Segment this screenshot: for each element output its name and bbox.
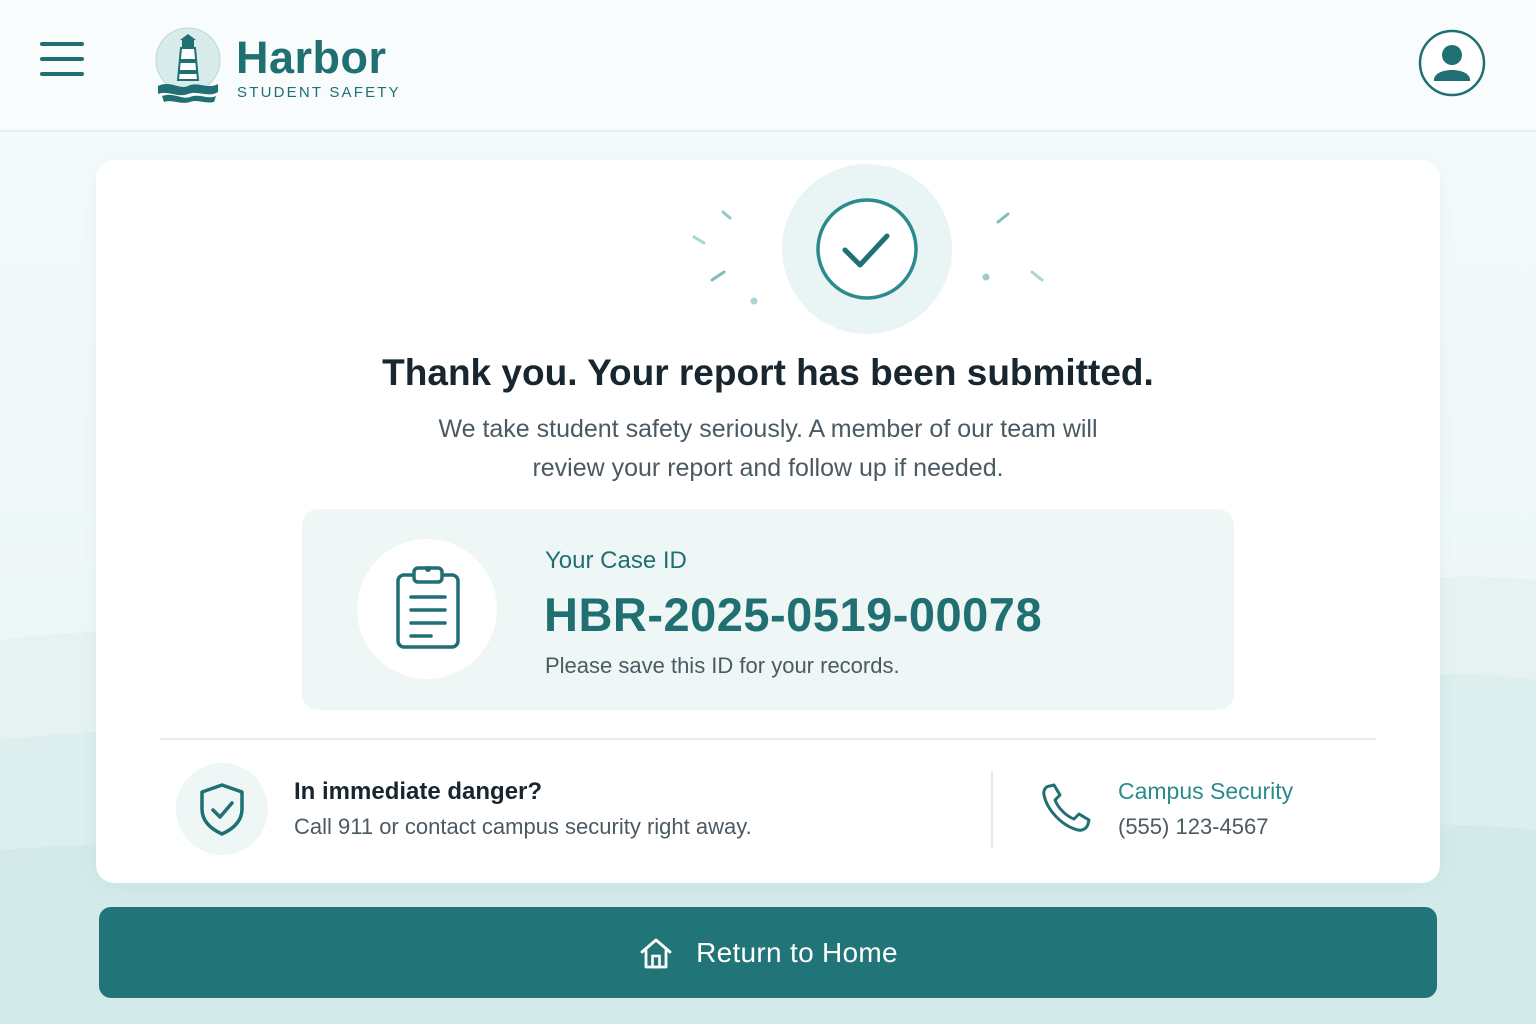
campus-security-phone[interactable]: (555) 123-4567 bbox=[1118, 814, 1268, 840]
clipboard-icon-badge bbox=[357, 539, 497, 679]
app-header: Harbor STUDENT SAFETY bbox=[0, 0, 1536, 132]
vertical-divider bbox=[991, 771, 993, 849]
clipboard-icon bbox=[396, 566, 460, 649]
case-id-panel: Your Case ID HBR-2025-0519-00078 Please … bbox=[302, 509, 1234, 710]
menu-icon-bar bbox=[40, 57, 84, 61]
return-home-button[interactable]: Return to Home bbox=[99, 907, 1437, 998]
confirmation-card: Thank you. Your report has been submitte… bbox=[96, 160, 1440, 883]
brand-name: Harbor bbox=[236, 32, 387, 83]
case-id-value[interactable]: HBR-2025-0519-00078 bbox=[544, 587, 1042, 642]
case-id-label: Your Case ID bbox=[545, 547, 687, 574]
menu-button[interactable] bbox=[40, 42, 88, 82]
confirmation-title: Thank you. Your report has been submitte… bbox=[382, 352, 1154, 393]
confirmation-message: We take student safety seriously. A memb… bbox=[438, 415, 1098, 482]
user-profile-button[interactable] bbox=[1418, 29, 1486, 97]
shield-icon-badge bbox=[176, 763, 268, 855]
emergency-text: Call 911 or contact campus security righ… bbox=[294, 814, 752, 839]
section-divider bbox=[160, 738, 1376, 740]
phone-icon[interactable] bbox=[1038, 780, 1094, 836]
menu-icon-bar bbox=[40, 72, 84, 76]
case-id-note: Please save this ID for your records. bbox=[545, 653, 900, 678]
shield-check-icon bbox=[200, 783, 244, 836]
home-icon bbox=[640, 938, 672, 968]
campus-security-link[interactable]: Campus Security bbox=[1118, 778, 1293, 805]
return-home-label: Return to Home bbox=[696, 936, 898, 968]
brand-subtitle: STUDENT SAFETY bbox=[237, 84, 401, 101]
emergency-title: In immediate danger? bbox=[294, 778, 543, 805]
lighthouse-logo-icon bbox=[155, 27, 221, 103]
menu-icon-bar bbox=[40, 42, 84, 46]
success-checkmark-icon bbox=[692, 164, 1044, 334]
